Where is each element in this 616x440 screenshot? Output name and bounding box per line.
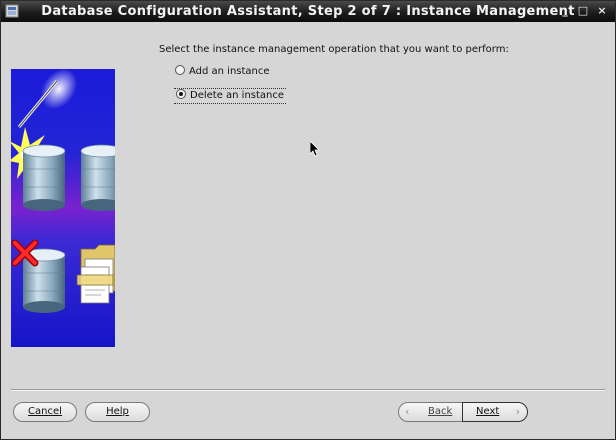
- cancel-button-label: Cancel: [28, 406, 62, 417]
- window-title: Database Configuration Assistant, Step 2…: [41, 4, 575, 19]
- mouse-pointer-icon: [310, 141, 320, 157]
- add-instance-label: Add an instance: [189, 66, 270, 77]
- maximize-button[interactable]: □: [575, 3, 591, 19]
- instance-operation-prompt: Select the instance management operation…: [159, 44, 509, 55]
- help-button[interactable]: Help: [85, 402, 150, 422]
- close-button[interactable]: ×: [594, 3, 610, 19]
- button-bar-separator: [11, 389, 605, 391]
- next-button-label: Next: [476, 406, 500, 417]
- back-button[interactable]: ‹ Back: [398, 402, 463, 422]
- title-bar[interactable]: Database Configuration Assistant, Step 2…: [1, 1, 615, 22]
- database-wizard-illustration: [11, 69, 115, 347]
- delete-instance-option[interactable]: Delete an instance: [174, 88, 287, 104]
- add-instance-option[interactable]: Add an instance: [175, 65, 270, 79]
- add-instance-radio[interactable]: [175, 65, 185, 75]
- cancel-button[interactable]: Cancel: [13, 402, 77, 422]
- back-button-label: Back: [428, 406, 453, 417]
- chevron-right-icon: ›: [515, 405, 520, 418]
- next-button[interactable]: Next ›: [462, 402, 528, 422]
- delete-instance-radio[interactable]: [176, 89, 186, 99]
- dbca-window: Database Configuration Assistant, Step 2…: [0, 0, 616, 440]
- minimize-button[interactable]: _: [557, 3, 573, 19]
- chevron-left-icon: ‹: [405, 405, 410, 418]
- help-button-label: Help: [106, 406, 129, 417]
- delete-instance-label: Delete an instance: [190, 90, 285, 101]
